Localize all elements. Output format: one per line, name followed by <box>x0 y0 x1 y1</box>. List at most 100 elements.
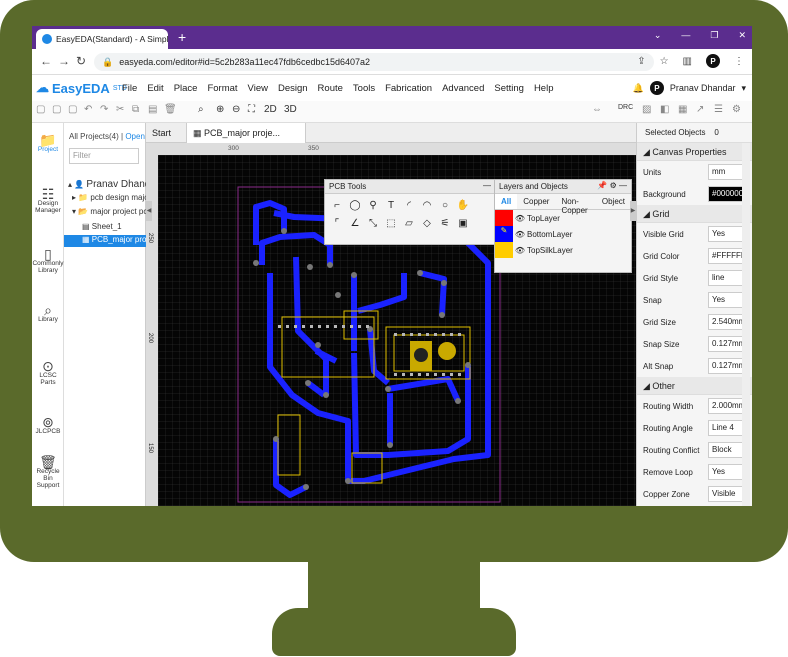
user-avatar[interactable]: P <box>649 81 664 95</box>
nav-commonly-library[interactable]: ▯ Commonly Library <box>32 247 64 274</box>
layer-row-silk[interactable]: 👁 TopSilkLayer <box>495 242 631 258</box>
zoom-out-icon[interactable]: ⊖ <box>232 104 240 115</box>
tree-node-sheet[interactable]: ▤ Sheet_1 <box>64 222 146 234</box>
collapse-left-handle[interactable]: ◀ <box>146 201 152 221</box>
tree-node-project-1[interactable]: ▸ 📁 pcb design major p <box>64 193 146 205</box>
menu-place[interactable]: Place <box>174 83 198 94</box>
dimension-tool-icon[interactable]: ∠ <box>347 216 363 232</box>
snap-select[interactable]: Yes <box>708 292 746 308</box>
image-icon[interactable]: ▨ <box>642 104 651 115</box>
routing-width-input[interactable]: 2.000mm <box>708 398 746 414</box>
minimize-icon[interactable]: — <box>681 30 690 41</box>
back-icon[interactable]: ← <box>40 54 52 68</box>
zoom-in-icon[interactable]: ⊕ <box>216 104 224 115</box>
layer-tab-noncopper[interactable]: Non-Copper <box>555 194 595 215</box>
routing-conflict-select[interactable]: Block <box>708 442 746 458</box>
move-tool-icon[interactable]: ✋ <box>455 198 471 214</box>
view-2d-button[interactable]: 2D <box>264 104 277 115</box>
tab-start[interactable]: Start <box>146 123 182 143</box>
align-icon[interactable]: ⇔ <box>592 104 602 115</box>
menu-view[interactable]: View <box>248 83 268 94</box>
text-tool-icon[interactable]: T <box>383 198 399 214</box>
save-icon[interactable]: ▢ <box>36 104 45 115</box>
nav-lcsc-parts[interactable]: ⊙ LCSC Parts <box>32 359 64 386</box>
drc-button[interactable]: DRC <box>618 104 633 111</box>
arc-center-tool-icon[interactable]: ◠ <box>419 198 435 214</box>
units-select[interactable]: mm <box>708 164 746 180</box>
search-icon[interactable]: ⌕ <box>198 104 204 115</box>
copper-zone-select[interactable]: Visible <box>708 486 746 502</box>
track-tool-icon[interactable]: ⌐ <box>329 198 345 214</box>
eye-icon[interactable]: 👁 <box>513 214 527 223</box>
grid-color-input[interactable]: #FFFFFF <box>708 248 746 264</box>
layer-tab-object[interactable]: Object <box>596 194 631 209</box>
paste-icon[interactable]: ▤ <box>148 104 157 115</box>
connect-pad-tool-icon[interactable]: ⌜ <box>329 216 345 232</box>
bookmark-star-icon[interactable]: ☆ <box>660 56 669 67</box>
nav-library[interactable]: ⌕ Library <box>32 303 64 323</box>
canvas-properties-section[interactable]: ◢ Canvas Properties <box>637 143 752 161</box>
layer-swatch-top[interactable] <box>495 210 513 226</box>
alt-snap-input[interactable]: 0.127mm <box>708 358 746 374</box>
chevron-down-icon[interactable]: ▾ <box>741 83 746 94</box>
menu-setting[interactable]: Setting <box>494 83 524 94</box>
tab-search-icon[interactable]: ⌄ <box>654 30 662 41</box>
measure-icon[interactable]: ↗ <box>696 104 704 115</box>
nav-support-label[interactable]: Support <box>37 482 60 489</box>
menu-file[interactable]: File <box>122 83 137 94</box>
visible-grid-select[interactable]: Yes <box>708 226 746 242</box>
solid-region-tool-icon[interactable]: ▱ <box>401 216 417 232</box>
cut-icon[interactable]: ✂ <box>116 104 124 115</box>
delete-icon[interactable]: 🗑 <box>164 104 177 115</box>
share-icon[interactable]: ⇪ <box>637 56 645 67</box>
rect-tool-icon[interactable]: ◇ <box>419 216 435 232</box>
copy-icon[interactable]: ⧉ <box>132 104 139 115</box>
menu-help[interactable]: Help <box>534 83 554 94</box>
restore-icon[interactable]: ❐ <box>710 30 718 41</box>
export-icon[interactable]: ▢ <box>52 104 61 115</box>
background-input[interactable]: #000000 <box>708 186 746 202</box>
menu-format[interactable]: Format <box>207 83 237 94</box>
layer-swatch-silk[interactable] <box>495 242 513 258</box>
menu-design[interactable]: Design <box>278 83 308 94</box>
tree-node-user[interactable]: ▴ 👤 Pranav Dhandar <box>64 179 146 191</box>
menu-tools[interactable]: Tools <box>353 83 375 94</box>
import-icon[interactable]: ▢ <box>68 104 77 115</box>
forward-icon[interactable]: → <box>58 54 70 68</box>
undo-icon[interactable]: ↶ <box>84 104 92 115</box>
tree-node-pcb[interactable]: ▦ PCB_major proje <box>64 235 146 247</box>
arc-tool-icon[interactable]: ◜ <box>401 198 417 214</box>
user-name[interactable]: Pranav Dhandar <box>670 83 736 93</box>
filter-input[interactable]: Filter <box>69 148 139 164</box>
tree-node-project-2[interactable]: ▾ 📂 major project pcb <box>64 207 146 219</box>
nav-project[interactable]: 📁 Project <box>32 133 64 153</box>
layer-row-bottom[interactable]: ✎ 👁 BottomLayer <box>495 226 631 242</box>
other-section[interactable]: ◢ Other <box>637 377 752 395</box>
browser-menu-icon[interactable]: ⋮ <box>734 56 744 67</box>
layer-tab-all[interactable]: All <box>495 194 518 209</box>
profile-avatar[interactable]: P <box>706 54 720 68</box>
layers-icon[interactable]: ◧ <box>660 104 669 115</box>
menu-route[interactable]: Route <box>318 83 343 94</box>
grid-section[interactable]: ◢ Grid <box>637 205 752 223</box>
menu-fabrication[interactable]: Fabrication <box>385 83 432 94</box>
pencil-icon[interactable]: ✎ <box>495 226 513 242</box>
sidepanel-icon[interactable]: ▥ <box>683 56 692 67</box>
nav-recycle-bin[interactable]: 🗑 Recycle Bin Support <box>32 455 64 489</box>
redo-icon[interactable]: ↷ <box>100 104 108 115</box>
remove-loop-select[interactable]: Yes <box>708 464 746 480</box>
snap-size-input[interactable]: 0.127mm <box>708 336 746 352</box>
copper-area-tool-icon[interactable]: ⬚ <box>383 216 399 232</box>
eye-icon[interactable]: 👁 <box>513 230 527 239</box>
reload-icon[interactable]: ↻ <box>76 54 86 68</box>
grid-size-input[interactable]: 2.540mm <box>708 314 746 330</box>
view-3d-button[interactable]: 3D <box>284 104 297 115</box>
fit-icon[interactable]: ⛶ <box>248 104 255 115</box>
minimize-panel-icon[interactable]: — <box>483 181 491 190</box>
line-tool-icon[interactable]: ⤡ <box>365 216 381 232</box>
pad-tool-icon[interactable]: ◯ <box>347 198 363 214</box>
open-link[interactable]: Open <box>125 132 145 141</box>
menu-edit[interactable]: Edit <box>147 83 163 94</box>
nav-jlcpcb[interactable]: ⊚ JLCPCB <box>32 415 64 435</box>
eye-icon[interactable]: 👁 <box>513 246 527 255</box>
